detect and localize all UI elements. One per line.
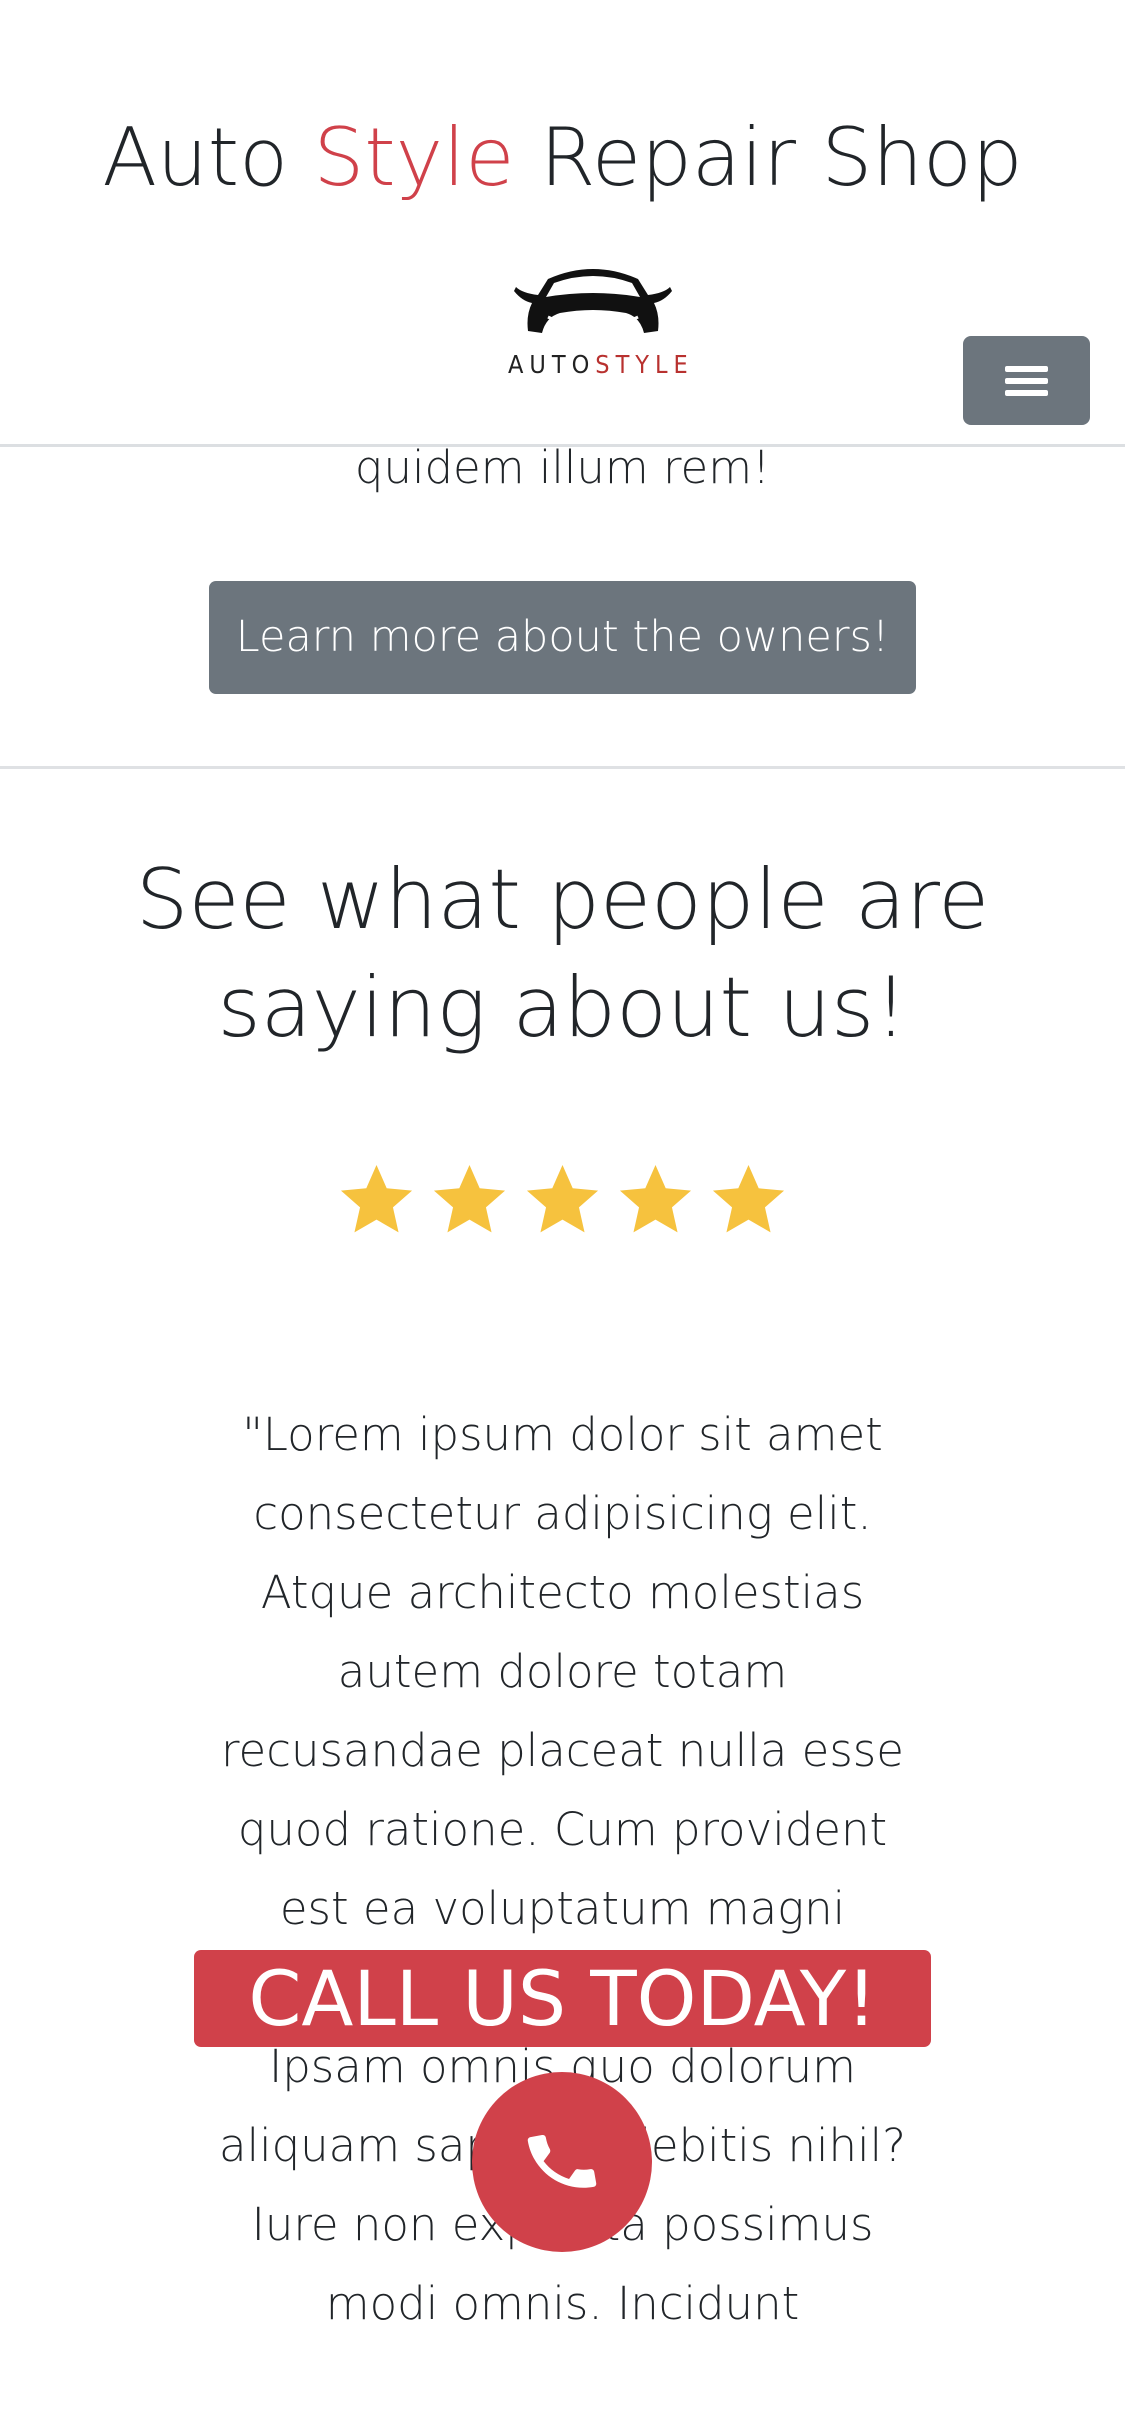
- call-us-today-banner[interactable]: CALL US TODAY!: [194, 1950, 931, 2047]
- phone-icon: [527, 2134, 597, 2188]
- site-title[interactable]: Auto Style Repair Shop: [0, 108, 1125, 208]
- hamburger-menu-icon: [1005, 366, 1048, 372]
- star-icon: [433, 1164, 506, 1233]
- learn-more-owners-button[interactable]: Learn more about the owners!: [209, 581, 916, 694]
- section-divider: [0, 766, 1125, 769]
- site-title-part2: Repair Shop: [539, 111, 1023, 204]
- site-title-part1: Auto: [102, 111, 289, 204]
- star-icon: [526, 1164, 599, 1233]
- hamburger-menu-icon-bar: [1005, 390, 1048, 396]
- testimonials-heading-text: See what people are saying about us!: [135, 851, 990, 1056]
- star-icon: [712, 1164, 785, 1233]
- star-icon: [340, 1164, 413, 1233]
- site-title-accent: Style: [313, 111, 515, 204]
- site-header: Auto Style Repair Shop AUTOSTYLE: [0, 0, 1125, 447]
- logo-wordmark-part2: STYLE: [595, 350, 694, 379]
- car-front-icon: [514, 269, 672, 333]
- testimonials-heading: See what people are saying about us!: [0, 846, 1125, 1062]
- logo-wordmark-part1: AUTO: [508, 350, 596, 379]
- autostyle-logo[interactable]: AUTOSTYLE: [508, 257, 688, 382]
- call-button[interactable]: [472, 2072, 652, 2252]
- hamburger-menu-icon-bar: [1005, 378, 1048, 384]
- menu-toggle-button[interactable]: [963, 336, 1090, 425]
- star-icon: [619, 1164, 692, 1233]
- logo-wordmark: AUTOSTYLE: [508, 350, 688, 380]
- star-rating: [0, 1160, 1125, 1239]
